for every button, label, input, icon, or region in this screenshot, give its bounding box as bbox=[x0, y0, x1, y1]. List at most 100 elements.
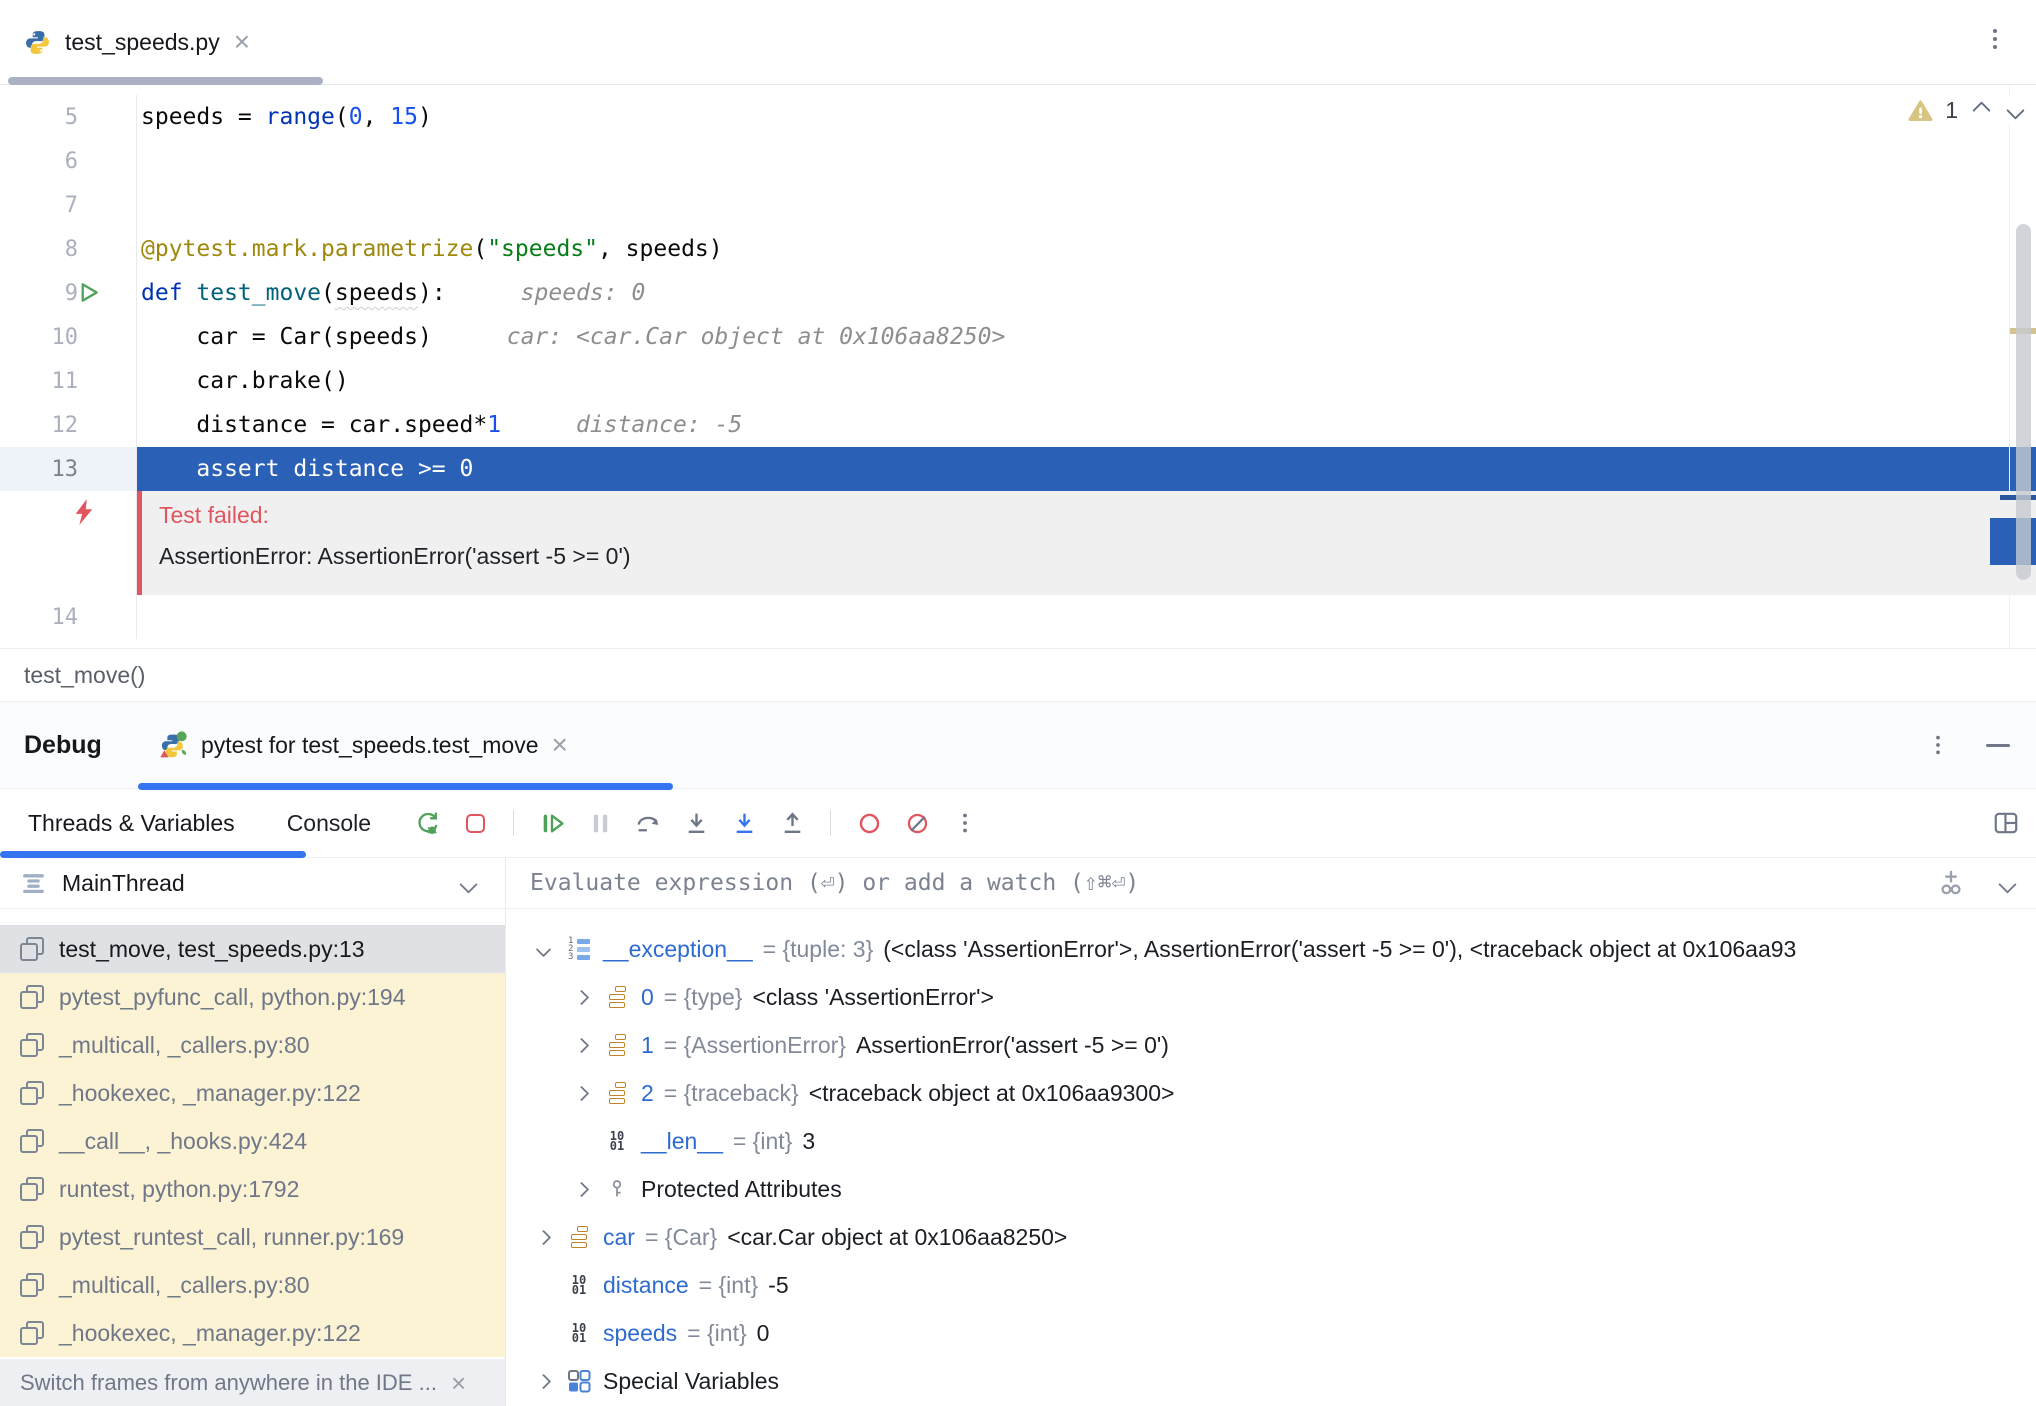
more-icon[interactable] bbox=[951, 809, 979, 837]
tab-threads-variables[interactable]: Threads & Variables bbox=[28, 810, 235, 837]
close-icon[interactable]: × bbox=[552, 731, 568, 759]
tree-chevron[interactable] bbox=[571, 1037, 591, 1053]
variable-row[interactable]: 0 = {type} <class 'AssertionError'> bbox=[506, 973, 2036, 1021]
chevron-down-icon[interactable] bbox=[2006, 101, 2025, 120]
chevron-down-icon[interactable] bbox=[1998, 875, 2017, 894]
code-line[interactable]: 7 bbox=[0, 183, 2036, 227]
stack-frame-item[interactable]: _hookexec, _manager.py:122 bbox=[0, 1309, 505, 1357]
variable-row[interactable]: 2 = {traceback} <traceback object at 0x106… bbox=[506, 1069, 2036, 1117]
stop-icon[interactable] bbox=[461, 809, 489, 837]
editor-scrollbar[interactable] bbox=[2016, 224, 2031, 580]
code-line[interactable]: 5 speeds = range(0, 15) bbox=[0, 95, 2036, 139]
variable-type-icon: 10 01 bbox=[566, 1320, 592, 1346]
chevron-up-icon[interactable] bbox=[1972, 101, 1991, 120]
variable-row[interactable]: 1 2 3 __exception__ = {tuple: 3} (<class 'Ass… bbox=[506, 925, 2036, 973]
chevron-right-icon[interactable] bbox=[535, 1373, 551, 1389]
code-line[interactable]: 13 assert distance >= 0 bbox=[0, 447, 2036, 491]
debug-run-tab[interactable]: pytest for test_speeds.test_move × bbox=[158, 702, 568, 788]
line-number: 10 bbox=[51, 324, 79, 350]
variable-value: 0 bbox=[756, 1319, 770, 1346]
stack-frame-item[interactable]: _hookexec, _manager.py:122 bbox=[0, 1069, 505, 1117]
chevron-right-icon[interactable] bbox=[573, 1085, 589, 1101]
force-step-into-icon[interactable] bbox=[730, 809, 758, 837]
instance-icon bbox=[608, 1082, 626, 1104]
stack-frame-item[interactable]: _multicall, _callers.py:80 bbox=[0, 1261, 505, 1309]
view-breakpoints-icon[interactable] bbox=[855, 809, 883, 837]
editor-gutter: 6 bbox=[0, 139, 137, 183]
code-line[interactable]: 14 bbox=[0, 595, 2036, 639]
variable-type: = {tuple: 3} bbox=[762, 935, 874, 962]
editor-gutter: 7 bbox=[0, 183, 137, 227]
breadcrumb-item[interactable]: test_move() bbox=[24, 662, 145, 689]
mute-breakpoints-icon[interactable] bbox=[903, 809, 931, 837]
code-token: ) bbox=[418, 104, 432, 130]
editor-tab-test-speeds[interactable]: test_speeds.py × bbox=[0, 0, 268, 84]
tree-chevron[interactable] bbox=[533, 941, 553, 957]
run-test-icon[interactable] bbox=[76, 280, 101, 305]
code-line[interactable]: 10 car = Car(speeds) car: <car.Car object… bbox=[0, 315, 2036, 359]
stack-frame-item[interactable]: test_move, test_speeds.py:13 bbox=[0, 925, 505, 973]
tree-chevron[interactable] bbox=[571, 1085, 591, 1101]
thread-name: MainThread bbox=[62, 869, 185, 896]
variable-row[interactable]: Special Variables bbox=[506, 1357, 2036, 1405]
step-out-icon[interactable] bbox=[778, 809, 806, 837]
tree-chevron[interactable] bbox=[571, 1181, 591, 1197]
evaluate-expression-input[interactable]: Evaluate expression (⏎) or add a watch (… bbox=[506, 858, 2036, 909]
stack-frame-label: _hookexec, _manager.py:122 bbox=[59, 1319, 361, 1346]
stack-frame-item[interactable]: pytest_runtest_call, runner.py:169 bbox=[0, 1213, 505, 1261]
variable-row[interactable]: Protected Attributes bbox=[506, 1165, 2036, 1213]
chevron-right-icon[interactable] bbox=[573, 1037, 589, 1053]
variable-row[interactable]: car = {Car} <car.Car object at 0x106aa8250… bbox=[506, 1213, 2036, 1261]
chevron-right-icon[interactable] bbox=[573, 1181, 589, 1197]
code-line[interactable]: 8 @pytest.mark.parametrize("speeds", spee… bbox=[0, 227, 2036, 271]
pause-icon[interactable] bbox=[586, 809, 614, 837]
active-tab-underline bbox=[8, 77, 323, 85]
close-icon[interactable]: × bbox=[451, 1370, 466, 1396]
step-into-icon[interactable] bbox=[682, 809, 710, 837]
code-text: car.brake() bbox=[137, 359, 2036, 403]
resume-icon[interactable] bbox=[538, 809, 566, 837]
code-line[interactable]: 11 car.brake() bbox=[0, 359, 2036, 403]
stack-frame-label: _multicall, _callers.py:80 bbox=[59, 1271, 310, 1298]
instance-icon bbox=[608, 986, 626, 1008]
inspections-widget[interactable]: 1 bbox=[1907, 97, 2025, 124]
variable-row[interactable]: 10 01 distance = {int} -5 bbox=[506, 1261, 2036, 1309]
threads-icon bbox=[23, 873, 44, 893]
code-line[interactable]: 12 distance = car.speed* 1 distance: -5 bbox=[0, 403, 2036, 447]
stack-frame-item[interactable]: _multicall, _callers.py:80 bbox=[0, 1021, 505, 1069]
line-number: 5 bbox=[64, 104, 78, 130]
chevron-right-icon[interactable] bbox=[535, 1229, 551, 1245]
code-line[interactable]: 6 bbox=[0, 139, 2036, 183]
chevron-right-icon[interactable] bbox=[573, 989, 589, 1005]
chevron-down-icon[interactable] bbox=[535, 941, 551, 957]
variable-row[interactable]: 10 01 speeds = {int} 0 bbox=[506, 1309, 2036, 1357]
tree-chevron[interactable] bbox=[533, 1373, 553, 1389]
stack-frames-list: test_move, test_speeds.py:13 pytest_pyfun… bbox=[0, 909, 505, 1359]
debug-actions bbox=[413, 809, 979, 837]
kebab-menu-icon[interactable] bbox=[1926, 732, 1950, 758]
debugger-content: MainThread test_move, test_speeds.py:13 p… bbox=[0, 858, 2036, 1406]
stack-frame-item[interactable]: __call__, _hooks.py:424 bbox=[0, 1117, 505, 1165]
variable-row[interactable]: 10 01 __len__ = {int} 3 bbox=[506, 1117, 2036, 1165]
stack-frame-item[interactable]: pytest_pyfunc_call, python.py:194 bbox=[0, 973, 505, 1021]
rerun-debug-icon[interactable] bbox=[413, 809, 441, 837]
close-icon[interactable]: × bbox=[234, 28, 250, 56]
tree-chevron[interactable] bbox=[533, 1229, 553, 1245]
code-token: ( bbox=[321, 280, 335, 306]
variable-row[interactable]: 1 = {AssertionError} AssertionError('asser… bbox=[506, 1021, 2036, 1069]
tab-console[interactable]: Console bbox=[287, 810, 371, 837]
kebab-menu-icon[interactable] bbox=[1982, 26, 2008, 52]
variable-name: Special Variables bbox=[603, 1367, 780, 1394]
stack-frame-item[interactable]: runtest, python.py:1792 bbox=[0, 1165, 505, 1213]
step-over-icon[interactable] bbox=[634, 809, 662, 837]
thread-selector[interactable]: MainThread bbox=[0, 858, 505, 909]
add-watch-icon[interactable] bbox=[1936, 868, 1966, 904]
variables-panel: Evaluate expression (⏎) or add a watch (… bbox=[506, 858, 2036, 1406]
instance-icon bbox=[570, 1226, 588, 1248]
code-line[interactable]: 9 def test_move(speeds): speeds: 0 bbox=[0, 271, 2036, 315]
code-editor[interactable]: 1 5 speeds = range(0, 15) 6 7 8 @pytest.mark.… bbox=[0, 85, 2036, 648]
layout-icon[interactable] bbox=[1992, 809, 2020, 842]
minimize-icon[interactable] bbox=[1986, 744, 2010, 747]
tree-chevron[interactable] bbox=[571, 989, 591, 1005]
